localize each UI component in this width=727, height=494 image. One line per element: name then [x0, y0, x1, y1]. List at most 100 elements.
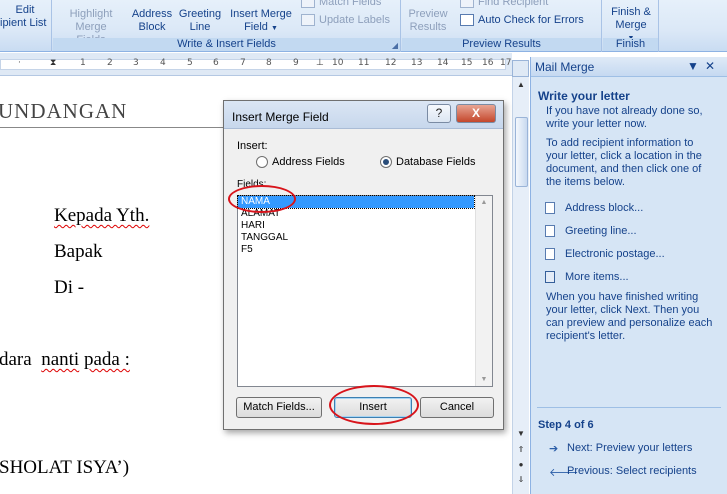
doc-kepada-text: Kepada Yth. — [54, 205, 150, 226]
address-fields-radio[interactable]: Address Fields — [256, 156, 345, 169]
find-recipient-label: Find Recipient — [478, 0, 549, 8]
scroll-down-arrow-icon[interactable]: ▼ — [515, 429, 527, 441]
finish-merge-label-1: Finish & — [611, 6, 651, 18]
next-page-icon[interactable]: ⇓ — [515, 475, 527, 487]
find-recipient-button[interactable]: Find Recipient — [460, 0, 549, 9]
scrollbar-thumb[interactable] — [515, 117, 528, 187]
doc-saudara-line: dara nanti pada : — [0, 349, 130, 371]
address-block-label-1: Address — [131, 8, 173, 20]
doc-kepada: Kepada Yth. — [54, 205, 149, 227]
ruler-track — [0, 59, 506, 70]
edit-recipient-list-label-1: Edit — [15, 4, 35, 16]
electronic-postage-icon — [545, 248, 555, 260]
greeting-line-link[interactable]: Greeting line... — [545, 222, 727, 245]
doc-bapak: Bapak — [54, 241, 103, 262]
help-button[interactable]: ? — [427, 104, 451, 123]
electronic-postage-link[interactable]: Electronic postage... — [545, 245, 727, 268]
match-fields-dialog-button[interactable]: Match Fields... — [236, 397, 322, 418]
finish-merge-label-2: Merge — [615, 19, 647, 31]
write-insert-fields-group-label: Write & Insert Fields — [53, 38, 400, 51]
database-fields-radio[interactable]: Database Fields — [380, 156, 476, 169]
task-pane-menu-icon[interactable]: ▼ — [687, 59, 705, 73]
preview-results-group-label: Preview Results — [402, 38, 601, 51]
task-pane-instructions-1: If you have not already done so, write y… — [546, 105, 703, 130]
database-fields-radio-icon — [380, 156, 392, 169]
task-pane-title: Mail Merge — [535, 60, 595, 74]
finish-group-label: Finish — [603, 38, 658, 51]
edit-recipient-list-label-2: ipient List — [0, 17, 47, 29]
chevron-down-icon: ▼ — [270, 25, 278, 32]
insert-merge-field-label-1: Insert Merge — [230, 8, 292, 20]
update-labels-button[interactable]: Update Labels — [301, 14, 390, 27]
auto-check-icon — [460, 14, 474, 27]
close-icon[interactable]: ✕ — [705, 59, 721, 73]
listbox-scrollbar[interactable]: ▲ ▼ — [475, 196, 492, 386]
address-block-label-2: Block — [138, 21, 166, 33]
insert-merge-field-button[interactable]: Insert Merge Field ▼ — [225, 8, 297, 35]
greeting-line-button[interactable]: Greeting Line — [176, 8, 224, 34]
field-item-alamat[interactable]: ALAMAT — [238, 208, 474, 220]
task-pane-divider — [537, 407, 721, 408]
select-browse-object-icon[interactable]: ● — [515, 460, 527, 472]
auto-check-label: Auto Check for Errors — [478, 14, 584, 26]
previous-page-icon[interactable]: ⇑ — [515, 445, 527, 457]
listbox-scroll-down-icon[interactable]: ▼ — [476, 376, 492, 383]
horizontal-ruler[interactable]: · ⧗ 1 2 3 4 5 6 7 8 9 ⊥ 10 11 12 13 14 1… — [0, 53, 512, 76]
preview-results-label-2: Results — [409, 21, 447, 33]
ruler-tick: 6 — [213, 58, 219, 68]
match-fields-button[interactable]: Match Fields — [301, 0, 382, 9]
address-fields-radio-icon — [256, 156, 268, 169]
listbox-scroll-up-icon[interactable]: ▲ — [476, 199, 492, 206]
field-item-hari[interactable]: HARI — [238, 220, 474, 232]
address-block-link-label: Address block... — [565, 202, 644, 214]
ruler-tick: 16 — [482, 58, 494, 68]
ruler-tick: 8 — [266, 58, 272, 68]
fields-listbox[interactable]: NAMA ALAMAT HARI TANGGAL F5 ▲ ▼ — [237, 195, 493, 387]
dialog-titlebar[interactable]: Insert Merge Field ? X — [224, 101, 503, 129]
ruler-tick: 13 — [411, 58, 423, 68]
preview-results-button[interactable]: Preview Results — [404, 8, 452, 34]
ruler-tick: 15 — [461, 58, 473, 68]
ruler-tick: · — [18, 58, 21, 68]
edit-recipient-list-button[interactable]: Edit ipient List — [0, 4, 50, 30]
next-preview-letters-link[interactable]: Next: Preview your letters — [567, 442, 692, 454]
address-block-button[interactable]: Address Block — [129, 8, 175, 34]
ribbon-group-write-insert-fields: Highlight Merge Fields Address Block Gre… — [53, 0, 401, 52]
update-labels-icon — [301, 14, 315, 27]
doc-saudara-pre: dara — [0, 349, 32, 370]
vertical-scrollbar[interactable]: ▲ ▼ ⇑ ● ⇓ — [512, 77, 529, 494]
dialog-launcher-icon[interactable]: ◢ — [392, 41, 398, 50]
task-pane-controls: ▼✕ — [687, 59, 721, 73]
field-item-f5[interactable]: F5 — [238, 244, 474, 256]
match-fields-label: Match Fields — [319, 0, 382, 8]
ribbon-group-preview-results: Preview Results Find Recipient Auto Chec… — [402, 0, 602, 52]
ruler-tick: 9 — [293, 58, 299, 68]
close-button[interactable]: X — [456, 104, 496, 123]
more-items-link[interactable]: More items... — [545, 268, 727, 291]
cancel-button[interactable]: Cancel — [420, 397, 494, 418]
find-recipient-icon — [460, 0, 474, 9]
field-item-nama[interactable]: NAMA — [237, 195, 475, 209]
greeting-line-label-1: Greeting — [178, 8, 222, 20]
highlight-merge-fields-label-1: Highlight — [69, 8, 113, 20]
preview-results-label-1: Preview — [408, 8, 448, 20]
previous-select-recipients-link[interactable]: Previous: Select recipients — [567, 465, 697, 477]
tab-stop-icon[interactable]: ⊥ — [316, 58, 324, 68]
doc-sholat: SHOLAT ISYA’) — [0, 457, 130, 478]
ruler-tick: 11 — [358, 58, 370, 68]
address-block-link[interactable]: Address block... — [545, 199, 727, 222]
ruler-tick: 5 — [187, 58, 193, 68]
view-ruler-button[interactable] — [512, 60, 529, 77]
heading-underline — [0, 127, 232, 128]
address-fields-label: Address Fields — [272, 156, 345, 168]
scroll-up-arrow-icon[interactable]: ▲ — [515, 80, 527, 92]
greeting-line-link-label: Greeting line... — [565, 225, 637, 237]
ruler-tick: 2 — [107, 58, 113, 68]
auto-check-for-errors-button[interactable]: Auto Check for Errors — [460, 14, 584, 27]
field-item-tanggal[interactable]: TANGGAL — [238, 232, 474, 244]
match-fields-icon — [301, 0, 315, 9]
ruler-tick: 12 — [385, 58, 397, 68]
insert-button[interactable]: Insert — [334, 397, 412, 418]
indent-marker-icon[interactable]: ⧗ — [50, 58, 56, 68]
